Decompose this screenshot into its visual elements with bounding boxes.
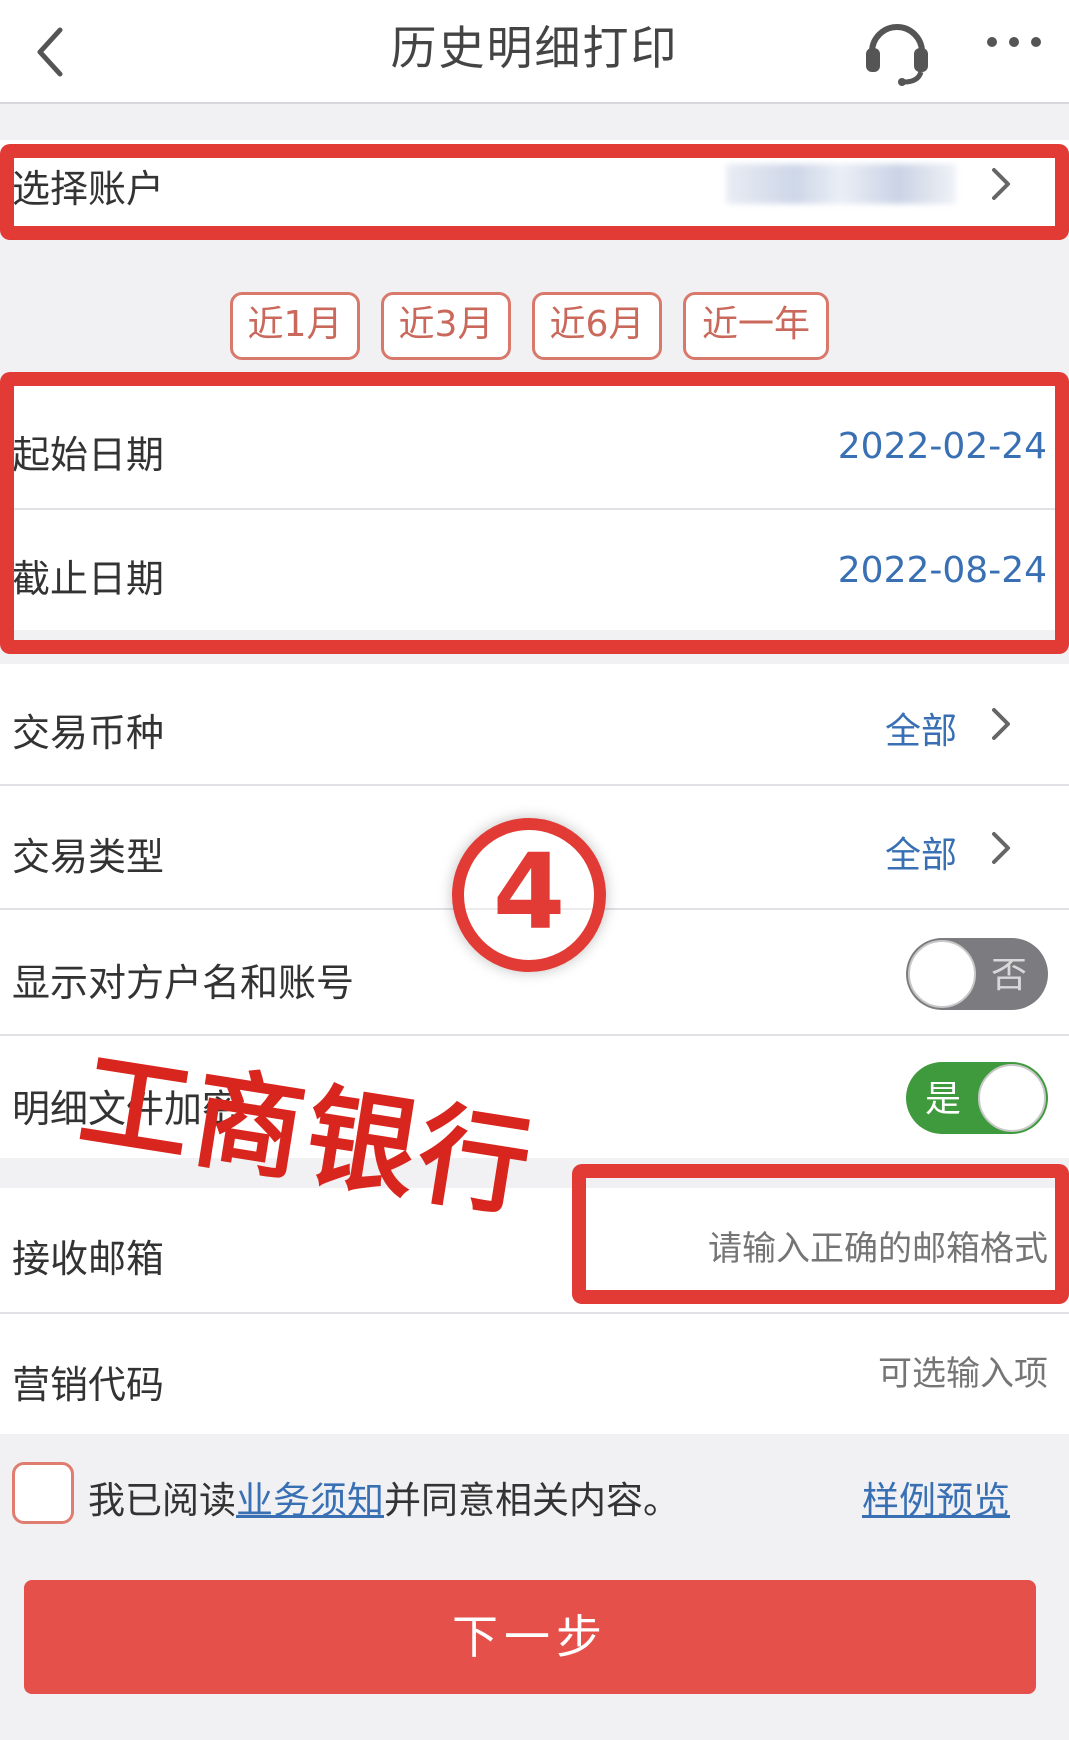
agreement-suffix: 并同意相关内容。: [384, 1479, 680, 1522]
toggle-knob: [908, 940, 976, 1008]
toggle-text: 否: [990, 955, 1027, 996]
annotation-box-dates: [0, 372, 1069, 654]
annotation-box-email: [572, 1164, 1069, 1304]
currency-value: 全部: [884, 711, 957, 752]
chevron-right-icon: [992, 708, 1010, 740]
toggle-text: 是: [924, 1079, 961, 1120]
headset-icon: [866, 24, 928, 86]
step-badge-number: 4: [492, 831, 566, 953]
sample-preview-link[interactable]: 样例预览: [862, 1470, 1010, 1524]
email-label: 接收邮箱: [12, 1237, 165, 1281]
show-counterparty-label: 显示对方户名和账号: [12, 961, 355, 1005]
marketing-code-input[interactable]: [700, 1342, 1050, 1406]
range-1-month-button[interactable]: 近1月: [230, 292, 360, 360]
agreement-text: 我已阅读业务须知并同意相关内容。: [88, 1470, 680, 1524]
agreement-checkbox[interactable]: [12, 1462, 74, 1524]
transaction-type-value: 全部: [884, 835, 957, 876]
toggle-knob: [978, 1064, 1046, 1132]
currency-row[interactable]: 交易币种 全部: [0, 664, 1069, 784]
encrypt-toggle[interactable]: 是: [906, 1062, 1048, 1134]
step-badge: 4: [452, 818, 606, 972]
currency-label: 交易币种: [12, 711, 165, 755]
agreement-prefix: 我已阅读: [88, 1479, 236, 1522]
customer-service-button[interactable]: [858, 8, 936, 90]
annotation-box-account: [0, 144, 1069, 240]
transaction-type-label: 交易类型: [12, 835, 165, 879]
marketing-code-row: 营销代码: [0, 1314, 1069, 1434]
more-button[interactable]: [980, 22, 1050, 62]
marketing-code-label: 营销代码: [12, 1363, 165, 1407]
range-1-year-button[interactable]: 近一年: [683, 292, 829, 360]
more-dots-icon: [987, 37, 1041, 47]
terms-link[interactable]: 业务须知: [236, 1479, 384, 1522]
range-6-months-button[interactable]: 近6月: [532, 292, 662, 360]
show-counterparty-toggle[interactable]: 否: [906, 938, 1048, 1010]
chevron-right-icon: [992, 832, 1010, 864]
next-step-button[interactable]: 下一步: [24, 1580, 1036, 1694]
range-3-months-button[interactable]: 近3月: [381, 292, 511, 360]
